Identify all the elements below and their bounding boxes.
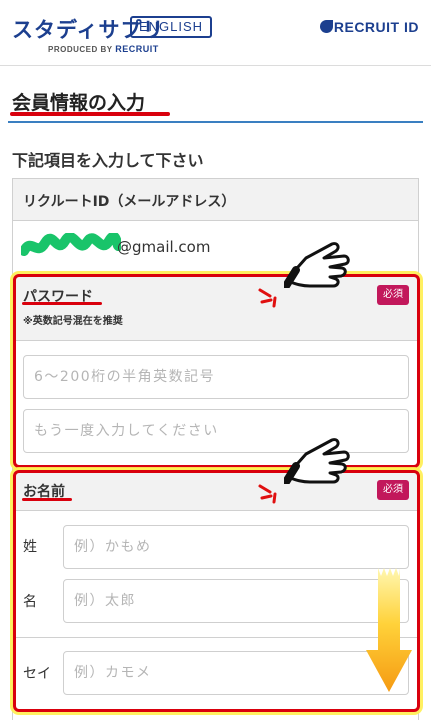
recruit-id-label: リクルートID（メールアドレス） (23, 194, 236, 210)
down-arrow-icon (366, 568, 412, 692)
email-row: @gmail.com (13, 221, 418, 275)
spark-icon (258, 484, 277, 504)
recruit-id-header: リクルートID（メールアドレス） (13, 179, 418, 221)
spark-icon (258, 288, 277, 308)
produced-by: PRODUCED BY RECRUIT (48, 44, 159, 54)
recruit-id-logo-text: RECRUIT ID (333, 19, 419, 35)
title-red-underline (10, 112, 170, 116)
produced-by-prefix: PRODUCED BY (48, 45, 113, 54)
password-red-underline (22, 302, 102, 305)
app-header: スタディサプリ ENGLISH PRODUCED BY RECRUIT RECR… (0, 0, 431, 66)
pointing-hand-icon (284, 438, 350, 484)
name-red-underline (22, 498, 72, 501)
email-address: @gmail.com (117, 238, 211, 256)
lead-text: 下記項目を入力して下さい (12, 151, 204, 170)
title-rule (8, 121, 423, 123)
recruit-mark-icon (319, 20, 333, 33)
brand-badge: ENGLISH (130, 16, 212, 38)
page-title: 会員情報の入力 (12, 92, 146, 114)
produced-by-company: RECRUIT (115, 44, 159, 54)
redaction-scribble (21, 233, 121, 256)
name-highlight-frame (13, 470, 420, 712)
pointing-hand-icon (284, 242, 350, 288)
recruit-id-logo: RECRUIT ID (319, 19, 419, 35)
